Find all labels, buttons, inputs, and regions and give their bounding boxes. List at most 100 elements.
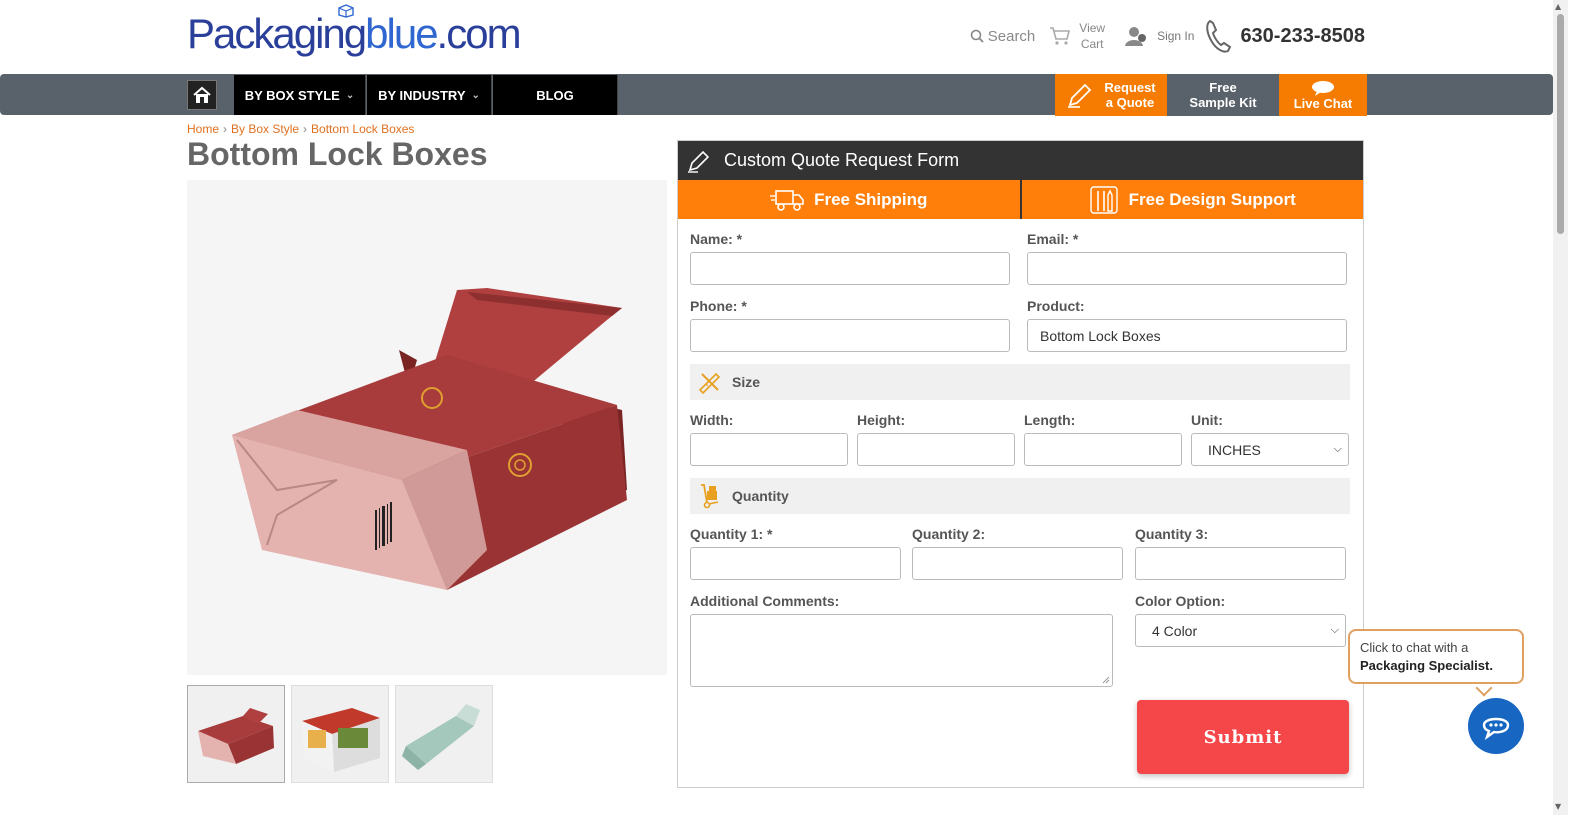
chevron-down-icon: ⌄ <box>471 89 480 101</box>
free-shipping-band: Free Shipping <box>678 180 1020 219</box>
qty2-label: Quantity 2: <box>912 526 986 542</box>
cart-line2: Cart <box>1080 37 1104 51</box>
chat-prompt-bubble[interactable]: Click to chat with a Packaging Specialis… <box>1348 629 1524 684</box>
color-option-value: 4 Color <box>1152 622 1198 639</box>
form-benefits: Free Shipping Free Design Support <box>678 180 1363 219</box>
form-title: Custom Quote Request Form <box>724 150 960 170</box>
thumbnail-1[interactable] <box>187 685 285 783</box>
thumbnail-red-box-image <box>198 708 274 764</box>
free-design-band: Free Design Support <box>1019 180 1363 219</box>
quote-line1: Request <box>1104 80 1156 95</box>
quantity-section-header: Quantity <box>690 478 1350 514</box>
comments-label: Additional Comments: <box>690 593 840 609</box>
product-main-image[interactable] <box>187 180 667 675</box>
quantity-section-label: Quantity <box>732 488 789 504</box>
phone-icon <box>1206 19 1232 53</box>
phone-link[interactable]: 630-233-8508 <box>1204 18 1365 54</box>
search-icon <box>970 29 984 43</box>
quantity-2-field[interactable] <box>912 547 1123 580</box>
qty3-label: Quantity 3: <box>1135 526 1209 542</box>
page-title: Bottom Lock Boxes <box>187 136 488 172</box>
pen-icon <box>688 150 710 173</box>
product-thumbnails <box>187 685 493 783</box>
free-shipping-label: Free Shipping <box>814 189 928 209</box>
quantity-3-field[interactable] <box>1135 547 1346 580</box>
phone-label: Phone: * <box>690 298 747 314</box>
nav-label: BY BOX STYLE <box>244 87 340 103</box>
name-field[interactable] <box>690 252 1010 285</box>
sign-in-link[interactable]: Sign In <box>1123 24 1194 48</box>
scroll-down-icon[interactable]: ▼ <box>1555 802 1561 811</box>
view-cart-link[interactable]: View Cart <box>1049 20 1105 52</box>
free-sample-kit-button[interactable]: Free Sample Kit <box>1167 74 1279 116</box>
color-option-select[interactable]: 4 Color ⌵ <box>1135 614 1346 647</box>
chevron-down-icon: ⌵ <box>1330 624 1339 636</box>
qty1-label: Quantity 1: * <box>690 526 773 542</box>
length-field[interactable] <box>1024 433 1182 466</box>
nav-blog[interactable]: BLOG <box>493 75 618 115</box>
comments-textarea[interactable] <box>690 614 1113 687</box>
unit-label: Unit: <box>1191 412 1223 428</box>
home-icon <box>193 86 211 103</box>
unit-select[interactable]: INCHES ⌵ <box>1191 433 1349 466</box>
breadcrumb-home[interactable]: Home <box>187 122 219 136</box>
nav-by-box-style[interactable]: BY BOX STYLE ⌄ <box>234 75 366 115</box>
design-tools-icon <box>1089 185 1118 214</box>
unit-value: INCHES <box>1208 441 1261 458</box>
chat-icon <box>1482 717 1510 741</box>
search-label: Search <box>987 27 1036 45</box>
resize-handle-icon[interactable] <box>1102 676 1110 684</box>
pen-icon <box>1068 83 1092 108</box>
quote-line2: a Quote <box>1105 95 1155 110</box>
submit-button[interactable]: Submit <box>1137 700 1349 774</box>
width-label: Width: <box>690 412 734 428</box>
kit-line1: Free <box>1209 80 1237 95</box>
kit-line2: Sample Kit <box>1189 95 1257 110</box>
chevron-down-icon: ⌵ <box>1333 443 1342 455</box>
thumbnail-2[interactable] <box>291 685 389 783</box>
chevron-down-icon: ⌄ <box>345 89 355 101</box>
chat-prompt-line2: Packaging Specialist. <box>1360 658 1493 673</box>
free-design-label: Free Design Support <box>1128 189 1296 209</box>
form-header: Custom Quote Request Form <box>678 141 1363 180</box>
size-section-header: Size <box>690 364 1350 400</box>
quantity-1-field[interactable] <box>690 547 901 580</box>
chat-label: Live Chat <box>1293 95 1353 111</box>
sign-in-label: Sign In <box>1157 29 1195 43</box>
length-label: Length: <box>1024 412 1076 428</box>
width-field[interactable] <box>690 433 848 466</box>
bottom-lock-box-illustration <box>232 288 627 590</box>
scroll-up-icon[interactable]: ▲ <box>1555 2 1561 11</box>
nav-label: BLOG <box>536 87 574 103</box>
name-label: Name: * <box>690 231 743 247</box>
ruler-pencil-icon <box>698 372 721 394</box>
phone-number: 630-233-8508 <box>1240 24 1365 47</box>
user-icon <box>1125 27 1147 46</box>
product-label: Product: <box>1027 298 1085 314</box>
height-label: Height: <box>857 412 906 428</box>
size-section-label: Size <box>732 374 761 390</box>
product-field[interactable]: Bottom Lock Boxes <box>1027 319 1347 352</box>
scrollbar-thumb[interactable] <box>1557 14 1564 234</box>
email-field[interactable] <box>1027 252 1347 285</box>
chat-bubble-icon <box>1312 80 1334 96</box>
breadcrumb-by-box-style[interactable]: By Box Style <box>231 122 299 136</box>
breadcrumb: Home › By Box Style › Bottom Lock Boxes <box>187 122 415 136</box>
chat-launcher-button[interactable] <box>1468 698 1524 754</box>
search-link[interactable]: Search <box>970 27 1036 45</box>
logo-text: Packagingblue.com <box>187 10 522 57</box>
height-field[interactable] <box>857 433 1015 466</box>
request-quote-button[interactable]: Request a Quote <box>1055 74 1167 116</box>
email-label: Email: * <box>1027 231 1079 247</box>
quote-form: Custom Quote Request Form Free Shipping … <box>677 140 1364 788</box>
home-button[interactable] <box>187 80 217 110</box>
chat-prompt-line1: Click to chat with a <box>1360 640 1469 655</box>
phone-field[interactable] <box>690 319 1010 352</box>
hand-truck-icon <box>701 484 719 509</box>
nav-by-industry[interactable]: BY INDUSTRY ⌄ <box>367 75 492 115</box>
thumbnail-3[interactable] <box>395 685 493 783</box>
thumbnail-teal-box-image <box>402 704 480 770</box>
site-logo[interactable]: Packagingblue.com <box>187 4 522 74</box>
breadcrumb-current[interactable]: Bottom Lock Boxes <box>311 122 414 136</box>
live-chat-button[interactable]: Live Chat <box>1279 74 1367 116</box>
